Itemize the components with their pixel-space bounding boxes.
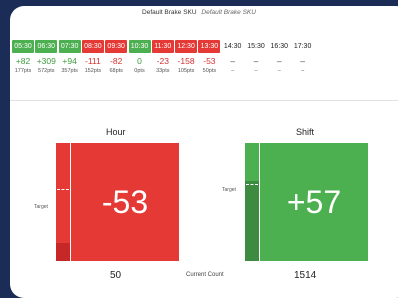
slot-points: 33pts — [156, 68, 170, 74]
slot-points: – — [301, 68, 305, 74]
divider — [10, 100, 398, 101]
slot-points: 105pts — [177, 68, 195, 74]
slot-delta: -111 — [85, 56, 101, 66]
slot-delta: 0 — [137, 56, 142, 66]
hour-delta-value: -53 — [101, 183, 149, 220]
slot-time: 14:30 — [223, 43, 242, 50]
shift-panel-title: Shift — [296, 127, 315, 137]
hour-target-line — [57, 189, 69, 191]
slot-1030: 10:30 0 0pts — [128, 40, 151, 74]
hour-panel-title: Hour — [106, 127, 126, 137]
shift-delta-value: +57 — [286, 183, 342, 220]
hour-progress-bar — [56, 143, 70, 261]
slot-delta: -158 — [177, 56, 195, 66]
slot-time: 13:30 — [198, 40, 221, 53]
slot-points: 152pts — [84, 68, 102, 74]
slot-0730: 07:30 +94 357pts — [58, 40, 81, 74]
slot-time: 10:30 — [128, 40, 151, 53]
shift-target-label: Target — [222, 187, 236, 193]
current-count-label: Current Count — [186, 272, 224, 278]
slot-time: 12:30 — [175, 40, 198, 53]
slot-points: 357pts — [61, 68, 78, 74]
shift-value-box: +57 — [260, 143, 368, 261]
slot-time: 05:30 — [12, 40, 34, 53]
sku-subtitle: Default Brake SKU — [201, 9, 256, 16]
hour-progress-fill — [56, 243, 70, 261]
shift-progress-bar — [245, 143, 259, 261]
shift-progress-fill — [245, 180, 259, 261]
slot-points: 0pts — [134, 68, 145, 74]
hour-target-label: Target — [34, 204, 48, 210]
page-title: Default Brake SKU Default Brake SKU — [10, 9, 388, 16]
slot-1730: 17:30 – – — [292, 40, 314, 74]
slot-time: 08:30 — [81, 40, 104, 53]
slot-delta: -23 — [156, 56, 169, 66]
shift-count: 1514 — [294, 270, 317, 281]
shift-target-line — [246, 184, 258, 186]
slot-1130: 11:30 -23 33pts — [151, 40, 174, 74]
dashboard-screen: Default Brake SKU Default Brake SKU 05:3… — [10, 6, 398, 298]
slot-time: 07:30 — [58, 40, 81, 53]
slot-1230: 12:30 -158 105pts — [175, 40, 198, 74]
slot-delta: – — [230, 56, 236, 66]
slot-1330: 13:30 -53 50pts — [198, 40, 221, 74]
slot-time: 09:30 — [105, 40, 128, 53]
slot-points: – — [254, 68, 258, 74]
slot-delta: -53 — [203, 56, 216, 66]
slot-0830: 08:30 -111 152pts — [81, 40, 104, 74]
slot-delta: -82 — [110, 56, 123, 66]
slot-points: 177pts — [14, 68, 32, 74]
slot-points: 50pts — [202, 68, 217, 74]
hour-value-box: -53 — [71, 143, 179, 261]
slot-points: – — [277, 68, 281, 74]
slot-1530: 15:30 – – — [245, 40, 267, 74]
slot-points: 68pts — [109, 68, 123, 74]
slot-points: 572pts — [38, 68, 55, 74]
slot-time: 16:30 — [270, 43, 289, 50]
slot-delta: +94 — [62, 56, 77, 66]
slot-delta: – — [276, 56, 282, 66]
slot-delta: +309 — [36, 56, 56, 66]
slot-0630: 06:30 +309 572pts — [35, 40, 58, 74]
slot-time: 06:30 — [35, 40, 58, 53]
slot-0530: 05:30 +82 177pts — [12, 40, 34, 74]
slot-delta: – — [300, 56, 305, 66]
slot-time: 17:30 — [293, 43, 312, 50]
slot-points: – — [231, 68, 235, 74]
slot-0930: 09:30 -82 68pts — [105, 40, 128, 74]
hour-count: 50 — [110, 270, 122, 281]
slot-delta: +82 — [15, 56, 31, 66]
slot-time: 15:30 — [247, 43, 265, 50]
slot-1430: 14:30 – – — [222, 40, 244, 74]
slot-time: 11:30 — [151, 40, 174, 53]
slot-delta: – — [253, 56, 259, 66]
slot-1630: 16:30 – – — [268, 40, 290, 74]
sku-title: Default Brake SKU — [142, 9, 197, 16]
